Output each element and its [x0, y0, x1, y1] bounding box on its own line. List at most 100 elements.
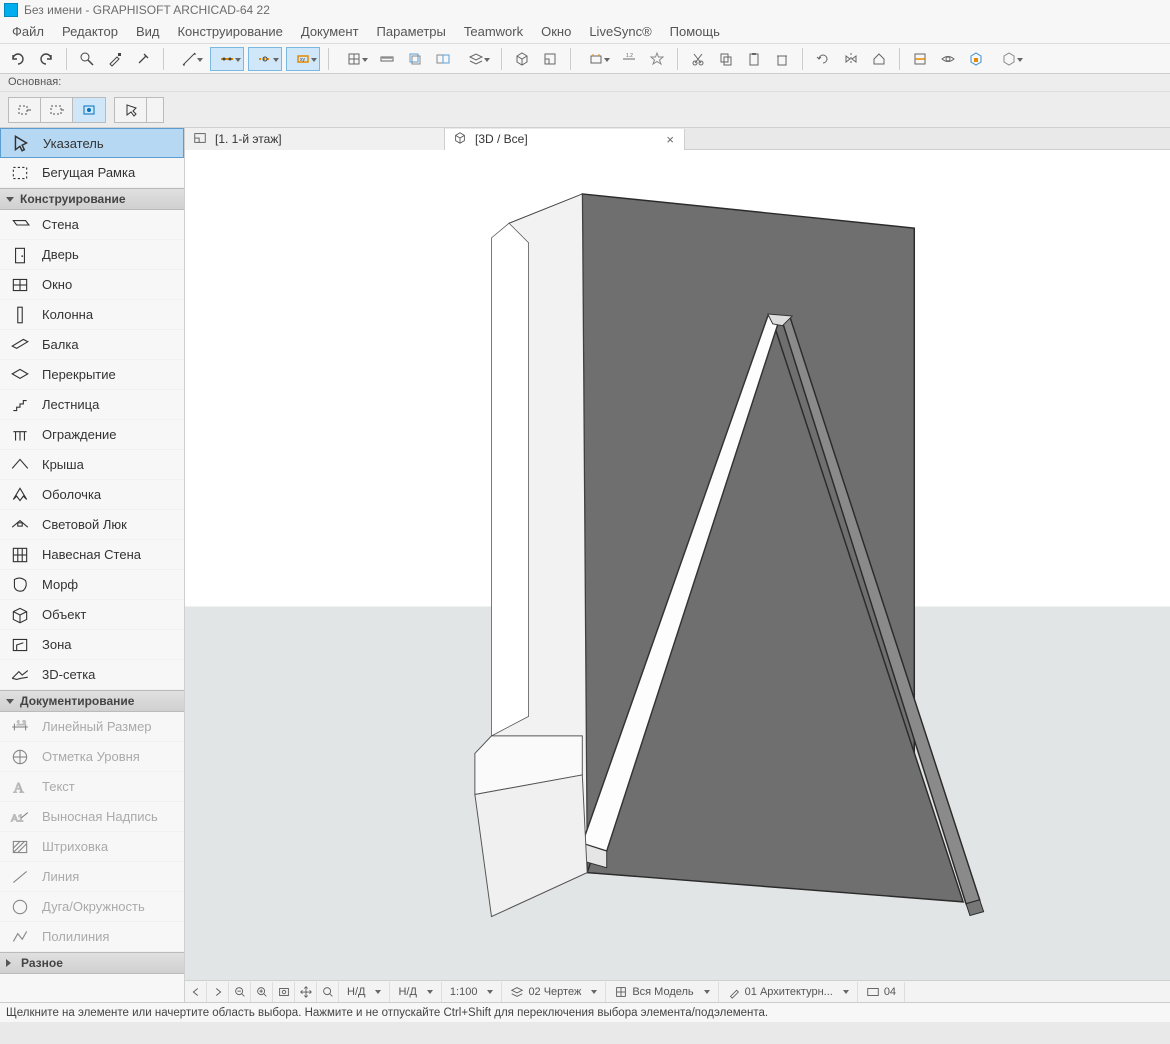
- guideline-3-button[interactable]: xy: [286, 47, 320, 71]
- menu-редактор[interactable]: Редактор: [54, 21, 126, 42]
- tool-stair-icon[interactable]: Лестница: [0, 390, 184, 420]
- paste-button[interactable]: [742, 47, 766, 71]
- tool-hatch-icon[interactable]: Штриховка: [0, 832, 184, 862]
- tool-wall-icon[interactable]: Стена: [0, 210, 184, 240]
- favorites-dd-button[interactable]: [992, 47, 1026, 71]
- tool-window-icon[interactable]: Окно: [0, 270, 184, 300]
- infobox-arrow-dd[interactable]: [147, 98, 163, 122]
- zoom-in-icon[interactable]: [251, 982, 273, 1002]
- pan-icon[interactable]: [295, 982, 317, 1002]
- tool-labelnote-icon[interactable]: A1Выносная Надпись: [0, 802, 184, 832]
- mirror-button[interactable]: [839, 47, 863, 71]
- zoom-out-icon[interactable]: [229, 982, 251, 1002]
- viewmode-button[interactable]: [936, 47, 960, 71]
- viewbar-field-2[interactable]: 1:100: [442, 982, 503, 1002]
- tool-roof-icon[interactable]: Крыша: [0, 450, 184, 480]
- tool-level-icon[interactable]: Отметка Уровня: [0, 742, 184, 772]
- tool-curtainwall-icon[interactable]: Навесная Стена: [0, 540, 184, 570]
- tool-beam-icon[interactable]: Балка: [0, 330, 184, 360]
- tool-arrow-icon[interactable]: Указатель: [0, 128, 184, 158]
- guideline-1-button[interactable]: [210, 47, 244, 71]
- tool-zone-icon[interactable]: Зона: [0, 630, 184, 660]
- tool-line-icon[interactable]: Линия: [0, 862, 184, 892]
- viewbar-field-0[interactable]: Н/Д: [339, 982, 390, 1002]
- infobox-btn-3[interactable]: [73, 98, 105, 122]
- 3d-window-button[interactable]: [510, 47, 534, 71]
- cut-button[interactable]: [686, 47, 710, 71]
- tool-column-icon[interactable]: Колонна: [0, 300, 184, 330]
- tool-mesh-icon[interactable]: 3D-сетка: [0, 660, 184, 690]
- nav-fwd-icon[interactable]: [207, 982, 229, 1002]
- section-1[interactable]: Документирование: [0, 690, 184, 712]
- ruler-button[interactable]: [375, 47, 399, 71]
- tool-dim-icon[interactable]: 1.2Линейный Размер: [0, 712, 184, 742]
- tool-label: Крыша: [42, 457, 84, 472]
- tool-arc-icon[interactable]: Дуга/Окружность: [0, 892, 184, 922]
- copy-button[interactable]: [714, 47, 738, 71]
- compare-button[interactable]: [431, 47, 455, 71]
- tool-skylight-icon[interactable]: Световой Люк: [0, 510, 184, 540]
- floorplan-cut-button[interactable]: [908, 47, 932, 71]
- menu-параметры[interactable]: Параметры: [369, 21, 454, 42]
- tool-label: Текст: [42, 779, 75, 794]
- nav-back-icon[interactable]: [185, 982, 207, 1002]
- tool-shell-icon[interactable]: Оболочка: [0, 480, 184, 510]
- menu-livesync®[interactable]: LiveSync®: [581, 21, 659, 42]
- pick-button[interactable]: [75, 47, 99, 71]
- floorplan-button[interactable]: [538, 47, 562, 71]
- measure-button[interactable]: [172, 47, 206, 71]
- zoom-dd-icon[interactable]: [317, 982, 339, 1002]
- chevron-down-icon: [375, 990, 381, 994]
- lock-3d-button[interactable]: [964, 47, 988, 71]
- inject-button[interactable]: [131, 47, 155, 71]
- cube-icon: [453, 131, 469, 147]
- menu-вид[interactable]: Вид: [128, 21, 168, 42]
- tool-marquee-icon[interactable]: Бегущая Рамка: [0, 158, 184, 188]
- tab-0[interactable]: [1. 1-й этаж]: [185, 128, 445, 150]
- menu-файл[interactable]: Файл: [4, 21, 52, 42]
- close-icon[interactable]: ×: [664, 132, 676, 147]
- menu-помощь[interactable]: Помощь: [662, 21, 728, 42]
- zoom-fit-icon[interactable]: [273, 982, 295, 1002]
- viewbar-field-4[interactable]: Вся Модель: [606, 982, 718, 1002]
- tab-1[interactable]: [3D / Все]×: [445, 129, 685, 151]
- layers-dd-button[interactable]: [459, 47, 493, 71]
- tool-slab-icon[interactable]: Перекрытие: [0, 360, 184, 390]
- dimension-tool-button[interactable]: 1.2: [617, 47, 641, 71]
- tool-railing-icon[interactable]: Ограждение: [0, 420, 184, 450]
- floor-icon: [193, 131, 209, 147]
- viewbar-field-1[interactable]: Н/Д: [390, 982, 441, 1002]
- delete-button[interactable]: [770, 47, 794, 71]
- menu-документ[interactable]: Документ: [293, 21, 367, 42]
- infobox-btn-2[interactable]: [41, 98, 73, 122]
- tool-morph-icon[interactable]: Морф: [0, 570, 184, 600]
- tool-door-icon[interactable]: Дверь: [0, 240, 184, 270]
- guideline-2-button[interactable]: [248, 47, 282, 71]
- tool-object-icon[interactable]: Объект: [0, 600, 184, 630]
- section-0[interactable]: Конструирование: [0, 188, 184, 210]
- viewbar-field-5[interactable]: 01 Архитектурн...: [719, 982, 858, 1002]
- trace-button[interactable]: [403, 47, 427, 71]
- rotate-button[interactable]: [811, 47, 835, 71]
- section-dd-button[interactable]: [579, 47, 613, 71]
- infobox-btn-1[interactable]: [9, 98, 41, 122]
- tool-label: Линия: [42, 869, 79, 884]
- infobox-arrow-button[interactable]: [115, 98, 147, 122]
- star-button[interactable]: [645, 47, 669, 71]
- menu-конструирование[interactable]: Конструирование: [169, 21, 290, 42]
- tool-polyline-icon[interactable]: Полилиния: [0, 922, 184, 952]
- viewbar-field-6[interactable]: 04: [858, 982, 905, 1002]
- eyedrop-button[interactable]: [103, 47, 127, 71]
- zone-icon: [10, 635, 30, 655]
- undo-button[interactable]: [6, 47, 30, 71]
- viewbar-field-3[interactable]: 02 Чертеж: [502, 982, 606, 1002]
- section-2[interactable]: Разное: [0, 952, 184, 974]
- menu-окно[interactable]: Окно: [533, 21, 579, 42]
- grid-button[interactable]: [337, 47, 371, 71]
- home-button[interactable]: [867, 47, 891, 71]
- redo-button[interactable]: [34, 47, 58, 71]
- tool-text-icon[interactable]: AТекст: [0, 772, 184, 802]
- view-icon: [866, 985, 880, 999]
- menu-teamwork[interactable]: Teamwork: [456, 21, 531, 42]
- 3d-viewport[interactable]: [185, 150, 1170, 980]
